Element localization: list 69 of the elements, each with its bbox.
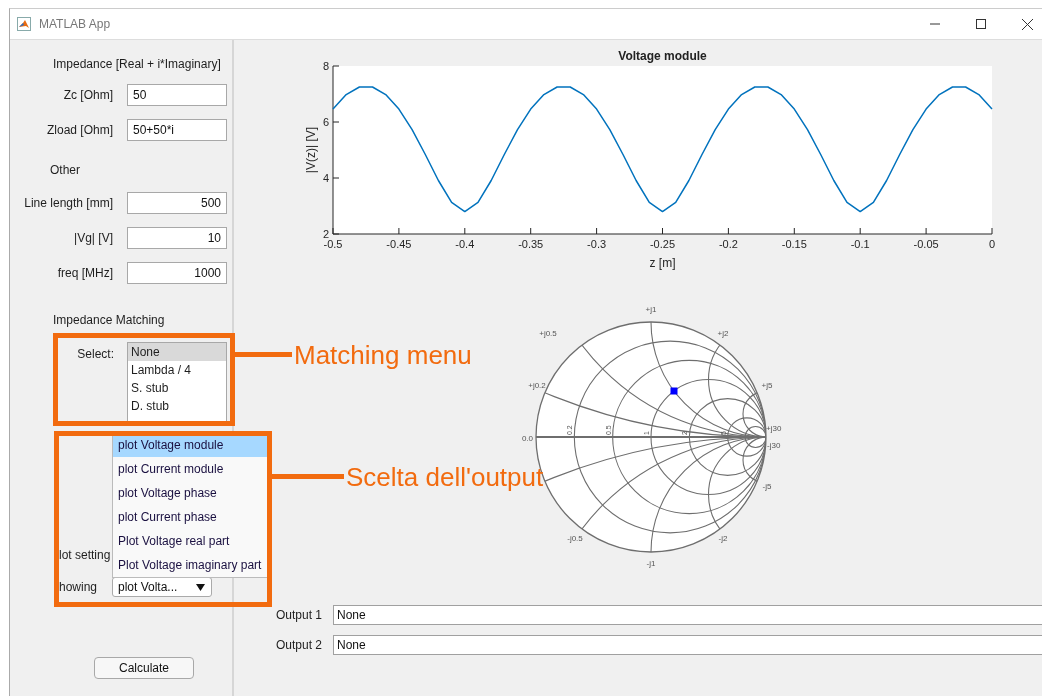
axis-label: +j30 [766, 424, 782, 433]
axis-label: -j1 [646, 559, 656, 568]
menu-item[interactable]: plot Current module [113, 457, 267, 481]
tick-label: 0 [988, 238, 996, 250]
input-field[interactable]: 50+50*i [127, 119, 227, 141]
menu-item[interactable]: plot Current phase [113, 505, 267, 529]
field-label: Zload [Ohm] [45, 123, 113, 137]
calculate-button[interactable]: Calculate [94, 657, 194, 679]
list-item[interactable]: Lambda / 4 [128, 361, 226, 379]
list-item[interactable]: D. stub [128, 397, 226, 415]
section-title: lot setting [59, 548, 111, 562]
list-item[interactable]: None [128, 343, 226, 361]
list-item[interactable]: S. stub [128, 379, 226, 397]
input-field[interactable]: 10 [127, 227, 227, 249]
annotation-label: Scelta dell'output [346, 462, 544, 492]
axis-label: z [m] [649, 256, 676, 270]
axis-label: -j2 [718, 534, 728, 543]
section-title: Impedance [Real + i*Imaginary] [53, 57, 221, 71]
tick-label: -0.45 [386, 238, 412, 250]
tick-label: -0.05 [913, 238, 939, 250]
axis-label: -j5 [762, 482, 772, 491]
tick-label: -0.15 [781, 238, 807, 250]
maximize-icon [976, 19, 986, 29]
output-field[interactable]: None [333, 605, 1042, 625]
field-label: |Vg| [V] [73, 231, 113, 245]
chart-title: Voltage module [618, 49, 707, 63]
output-field[interactable]: None [333, 635, 1042, 655]
tick-label: 8 [322, 60, 329, 72]
menu-item[interactable]: plot Voltage phase [113, 481, 267, 505]
annotation-label: Matching menu [294, 340, 472, 370]
input-field[interactable]: 1000 [127, 262, 227, 284]
tick-label: 2 [322, 228, 329, 240]
tick-label: -0.4 [455, 238, 475, 250]
close-icon [1021, 18, 1033, 30]
field-label: Output 2 [276, 638, 324, 652]
section-title: Impedance Matching [53, 313, 165, 327]
menu-item[interactable]: Plot Voltage imaginary part [113, 553, 267, 577]
tick-label: -0.2 [718, 238, 738, 250]
axis-label: -j0.5 [567, 534, 583, 543]
axis-label: +j0.2 [528, 381, 546, 390]
tick-label: 6 [322, 116, 329, 128]
input-field[interactable]: 500 [127, 192, 227, 214]
tick-label: -0.25 [649, 238, 676, 250]
tick-label: 4 [322, 172, 329, 184]
field-label: Line length [mm] [23, 196, 113, 210]
tick-label: -0.1 [850, 238, 870, 250]
input-field[interactable]: 50 [127, 84, 227, 106]
field-label: Output 1 [276, 608, 324, 622]
caret-icon [196, 583, 205, 591]
dropdown[interactable]: plot Volta... [112, 577, 212, 597]
axis-label: -j30 [767, 441, 781, 450]
tick-label: -0.5 [323, 238, 343, 250]
axis-label: +j2 [717, 329, 729, 338]
app-logo-icon [17, 17, 31, 31]
field-label: Zc [Ohm] [62, 88, 113, 102]
menu-item[interactable]: Plot Voltage real part [113, 529, 267, 553]
axis-label: +j1 [645, 305, 657, 314]
tick-label: -0.35 [518, 238, 544, 250]
axis-label: +j0.5 [539, 329, 557, 338]
window-title: MATLAB App [39, 17, 111, 31]
axis-label: +j5 [761, 381, 773, 390]
tick-label: -0.3 [587, 238, 607, 250]
field-label: howing [59, 580, 99, 594]
axis-label: |V(z)| [V] [304, 126, 318, 174]
field-label: Select: [76, 347, 114, 361]
data-point [670, 387, 678, 395]
section-title: Other [50, 163, 80, 177]
axis-label: 0.0 [521, 434, 533, 443]
field-label: freq [MHz] [56, 266, 113, 280]
